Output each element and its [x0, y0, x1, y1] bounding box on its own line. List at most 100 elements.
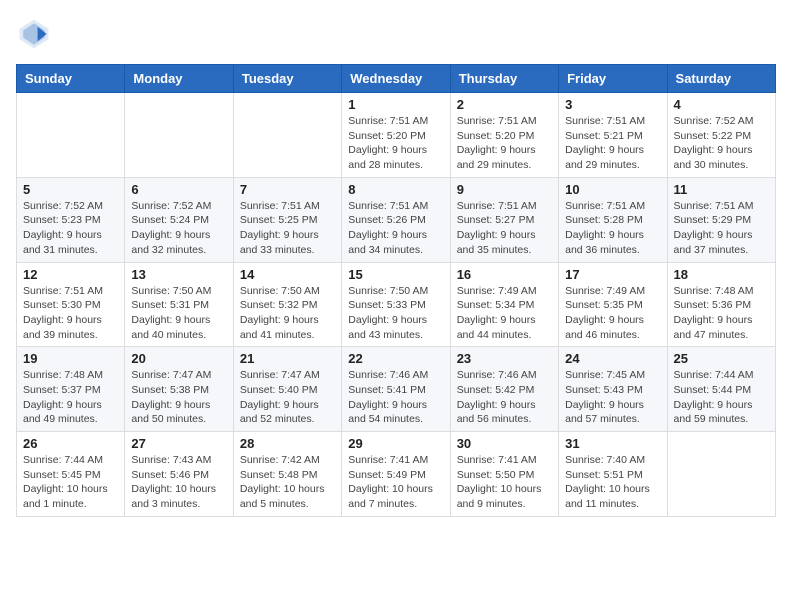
calendar-cell: 10Sunrise: 7:51 AMSunset: 5:28 PMDayligh… [559, 177, 667, 262]
calendar-cell: 29 Sunrise: 7:41 AMSunset: 5:49 PMDayligh… [342, 432, 450, 517]
calendar-cell: 4 Sunrise: 7:52 AM Sunset: 5:22 PM Daylight… [667, 93, 775, 178]
sunrise-label: Sunrise: 7:52 AM [674, 115, 754, 127]
daylight-label: Daylight: 9 hours and 29 minutes. [565, 144, 644, 171]
sunrise-label: Sunrise: 7:44 AM [23, 454, 103, 466]
cell-info: Sunrise: 7:52 AMSunset: 5:24 PMDaylight:… [131, 199, 226, 258]
week-row-1: 1Sunrise: 7:51 AMSunset: 5:20 PMDaylight… [17, 93, 776, 178]
cell-info: Sunrise: 7:41 AMSunset: 5:49 PMDaylight:… [348, 453, 443, 512]
sunrise-label: Sunrise: 7:47 AM [131, 369, 211, 381]
calendar-cell: 3 Sunrise: 7:51 AMSunset: 5:21 PMDaylight… [559, 93, 667, 178]
cell-date: 2 [457, 97, 552, 112]
cell-info: Sunrise: 7:51 AMSunset: 5:20 PMDaylight:… [457, 114, 552, 173]
sunset-label: Sunset: 5:37 PM [23, 384, 101, 396]
weekday-header-monday: Monday [125, 65, 233, 93]
weekday-header-wednesday: Wednesday [342, 65, 450, 93]
cell-date: 29 [348, 436, 443, 451]
sunrise-label: Sunrise: 7:44 AM [674, 369, 754, 381]
calendar-cell: 14Sunrise: 7:50 AMSunset: 5:32 PMDayligh… [233, 262, 341, 347]
cell-info: Sunrise: 7:43 AM Sunset: 5:46 PM Daylight:… [131, 453, 226, 512]
calendar-cell: 26Sunrise: 7:44 AMSunset: 5:45 PMDayligh… [17, 432, 125, 517]
sunrise-label: Sunrise: 7:51 AM [348, 115, 428, 127]
sunset-label: Sunset: 5:38 PM [131, 384, 209, 396]
sunset-label: Sunset: 5:41 PM [348, 384, 426, 396]
sunrise-label: Sunrise: 7:51 AM [240, 200, 320, 212]
cell-date: 21 [240, 351, 335, 366]
daylight-label: Daylight: 9 hours and 31 minutes. [23, 229, 102, 256]
calendar-cell: 1Sunrise: 7:51 AMSunset: 5:20 PMDaylight… [342, 93, 450, 178]
daylight-label: Daylight: 9 hours and 36 minutes. [565, 229, 644, 256]
cell-date: 11 [674, 182, 769, 197]
daylight-label: Daylight: 10 hours and 9 minutes. [457, 483, 542, 510]
cell-info: Sunrise: 7:47 AMSunset: 5:38 PMDaylight:… [131, 368, 226, 427]
sunset-label: Sunset: 5:24 PM [131, 214, 209, 226]
calendar-cell: 21 Sunrise: 7:47 AMSunset: 5:40 PMDayligh… [233, 347, 341, 432]
calendar-cell: 2 Sunrise: 7:51 AMSunset: 5:20 PMDaylight… [450, 93, 558, 178]
week-row-2: 5Sunrise: 7:52 AMSunset: 5:23 PMDaylight… [17, 177, 776, 262]
cell-date: 16 [457, 267, 552, 282]
cell-info: Sunrise: 7:50 AMSunset: 5:32 PMDaylight:… [240, 284, 335, 343]
calendar-cell: 5Sunrise: 7:52 AMSunset: 5:23 PMDaylight… [17, 177, 125, 262]
sunrise-label: Sunrise: 7:50 AM [240, 285, 320, 297]
calendar-cell: 20Sunrise: 7:47 AMSunset: 5:38 PMDayligh… [125, 347, 233, 432]
calendar-cell [17, 93, 125, 178]
sunrise-label: Sunrise: 7:43 AM [131, 454, 211, 466]
sunset-label: Sunset: 5:42 PM [457, 384, 535, 396]
cell-info: Sunrise: 7:51 AMSunset: 5:21 PMDaylight:… [565, 114, 660, 173]
cell-date: 9 [457, 182, 552, 197]
sunset-label: Sunset: 5:20 PM [457, 130, 535, 142]
sunset-label: Sunset: 5:43 PM [565, 384, 643, 396]
cell-date: 12 [23, 267, 118, 282]
sunset-label: Sunset: 5:49 PM [348, 469, 426, 481]
daylight-label: Daylight: 9 hours and 41 minutes. [240, 314, 319, 341]
cell-date: 31 [565, 436, 660, 451]
daylight-label: Daylight: 10 hours and 3 minutes. [131, 483, 216, 510]
daylight-label: Daylight: 9 hours and 30 minutes. [674, 144, 753, 171]
weekday-header-tuesday: Tuesday [233, 65, 341, 93]
sunset-label: Sunset: 5:22 PM [674, 130, 752, 142]
sunset-label: Sunset: 5:46 PM [131, 469, 209, 481]
cell-info: Sunrise: 7:46 AM Sunset: 5:41 PM Daylight:… [348, 368, 443, 427]
daylight-label: Daylight: 9 hours and 54 minutes. [348, 399, 427, 426]
cell-info: Sunrise: 7:49 AMSunset: 5:34 PMDaylight:… [457, 284, 552, 343]
cell-info: Sunrise: 7:47 AMSunset: 5:40 PMDaylight:… [240, 368, 335, 427]
calendar-cell: 8Sunrise: 7:51 AMSunset: 5:26 PMDaylight… [342, 177, 450, 262]
cell-date: 4 [674, 97, 769, 112]
daylight-label: Daylight: 9 hours and 34 minutes. [348, 229, 427, 256]
weekday-header-row: SundayMondayTuesdayWednesdayThursdayFrid… [17, 65, 776, 93]
cell-date: 18 [674, 267, 769, 282]
cell-date: 27 [131, 436, 226, 451]
cell-info: Sunrise: 7:48 AMSunset: 5:36 PMDaylight:… [674, 284, 769, 343]
cell-info: Sunrise: 7:41 AMSunset: 5:50 PMDaylight:… [457, 453, 552, 512]
cell-info: Sunrise: 7:44 AMSunset: 5:44 PMDaylight:… [674, 368, 769, 427]
calendar-cell: 15Sunrise: 7:50 AMSunset: 5:33 PMDayligh… [342, 262, 450, 347]
cell-info: Sunrise: 7:50 AMSunset: 5:31 PMDaylight:… [131, 284, 226, 343]
cell-date: 8 [348, 182, 443, 197]
sunrise-label: Sunrise: 7:47 AM [240, 369, 320, 381]
cell-date: 3 [565, 97, 660, 112]
cell-info: Sunrise: 7:45 AM Sunset: 5:43 PM Daylight:… [565, 368, 660, 427]
daylight-label: Daylight: 9 hours and 28 minutes. [348, 144, 427, 171]
sunrise-label: Sunrise: 7:46 AM [348, 369, 428, 381]
calendar-cell: 22Sunrise: 7:46 AMSunset: 5:41 PMDayligh… [342, 347, 450, 432]
sunset-label: Sunset: 5:48 PM [240, 469, 318, 481]
cell-date: 17 [565, 267, 660, 282]
sunrise-label: Sunrise: 7:45 AM [565, 369, 645, 381]
cell-date: 28 [240, 436, 335, 451]
daylight-label: Daylight: 9 hours and 56 minutes. [457, 399, 536, 426]
sunrise-label: Sunrise: 7:51 AM [565, 200, 645, 212]
calendar-cell [125, 93, 233, 178]
daylight-label: Daylight: 9 hours and 39 minutes. [23, 314, 102, 341]
daylight-label: Daylight: 9 hours and 57 minutes. [565, 399, 644, 426]
calendar-cell: 6Sunrise: 7:52 AMSunset: 5:24 PMDaylight… [125, 177, 233, 262]
cell-date: 25 [674, 351, 769, 366]
sunrise-label: Sunrise: 7:48 AM [23, 369, 103, 381]
daylight-label: Daylight: 10 hours and 5 minutes. [240, 483, 325, 510]
calendar-cell: 24Sunrise: 7:45 AMSunset: 5:43 PMDayligh… [559, 347, 667, 432]
sunrise-label: Sunrise: 7:46 AM [457, 369, 537, 381]
cell-info: Sunrise: 7:51 AMSunset: 5:20 PMDaylight:… [348, 114, 443, 173]
calendar-cell: 11Sunrise: 7:51 AMSunset: 5:29 PMDayligh… [667, 177, 775, 262]
page-header [16, 16, 776, 52]
calendar-cell: 12Sunrise: 7:51 AMSunset: 5:30 PMDayligh… [17, 262, 125, 347]
daylight-label: Daylight: 9 hours and 47 minutes. [674, 314, 753, 341]
daylight-label: Daylight: 10 hours and 7 minutes. [348, 483, 433, 510]
